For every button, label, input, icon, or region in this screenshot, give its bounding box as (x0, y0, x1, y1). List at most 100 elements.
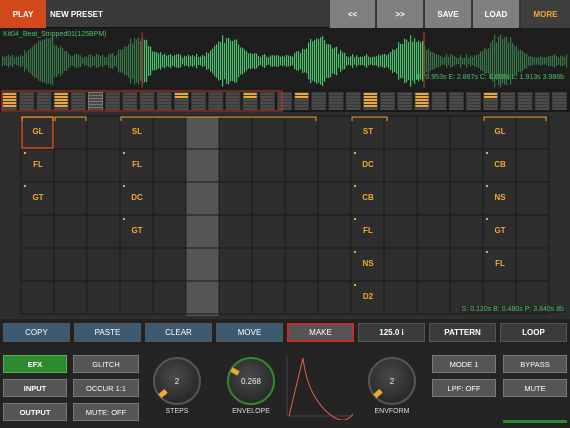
step-overview-level (312, 93, 326, 95)
grid-cell-label[interactable]: GL (485, 127, 515, 136)
waveform-bar (148, 45, 150, 77)
bypass-button[interactable]: BYPASS (503, 355, 567, 373)
next-preset-button[interactable]: >> (376, 0, 423, 28)
step-overview-level (71, 105, 85, 107)
grid-cell-label[interactable]: D2 (353, 292, 383, 301)
grid-cell-label[interactable]: CB (485, 160, 515, 169)
step-overview-level (535, 99, 549, 101)
cell-marker (486, 218, 488, 220)
waveform-bar (84, 56, 86, 66)
grid-cell-label[interactable]: DC (122, 193, 152, 202)
waveform-bar (60, 45, 62, 77)
waveform-bar (2, 55, 4, 67)
grid-cell-label[interactable]: GT (122, 226, 152, 235)
mode-button[interactable]: MODE 1 (432, 355, 496, 373)
clear-button[interactable]: CLEAR (145, 323, 212, 342)
grid-cell-label[interactable]: GT (485, 226, 515, 235)
grid-cell-label[interactable]: GL (23, 127, 53, 136)
output-tab[interactable]: OUTPUT (3, 403, 67, 421)
grid-cell-label[interactable]: NS (353, 259, 383, 268)
waveform-view[interactable]: Kit04_Beat_Stripped01(125BPM) B: 0.953s … (0, 28, 570, 90)
previous-preset-button[interactable]: << (329, 0, 375, 28)
step-overview-level (3, 99, 17, 101)
waveform-bar (82, 57, 84, 65)
load-button[interactable]: LOAD (472, 0, 519, 28)
play-button[interactable]: PLAY (0, 0, 46, 28)
lpf-toggle[interactable]: LPF: OFF (432, 379, 496, 397)
waveform-bar (204, 56, 206, 66)
effect-mute-toggle[interactable]: MUTE: OFF (73, 403, 139, 421)
copy-button[interactable]: COPY (3, 323, 70, 342)
step-overview-level (157, 99, 171, 101)
step-overview-level (363, 93, 377, 95)
step-overview-level (174, 96, 188, 98)
waveform-bar (242, 47, 244, 75)
step-overview-strip[interactable] (0, 90, 570, 112)
step-overview-level (535, 96, 549, 98)
waveform-bar (518, 50, 520, 72)
waveform-bar (274, 55, 276, 67)
waveform-bar (128, 44, 130, 78)
waveform-bar (526, 53, 528, 69)
grid-cell-label[interactable]: DC (353, 160, 383, 169)
step-overview-level (381, 108, 395, 110)
step-overview-level (243, 105, 257, 107)
step-overview-level (466, 108, 481, 110)
mute-button[interactable]: MUTE (503, 379, 567, 397)
step-overview-level (415, 96, 429, 98)
sequencer-grid[interactable]: GL FL GT SL FL DC GT ST DC CB FL NS D2 GL CB NS GT FL (0, 112, 570, 319)
waveform-bar (170, 54, 172, 68)
waveform-bar (472, 57, 474, 65)
waveform-bar (564, 57, 566, 65)
grid-cell-label[interactable]: FL (353, 226, 383, 235)
occur-button[interactable]: OCCUR 1:1 (73, 379, 139, 397)
tempo-button[interactable]: 125.0 i (358, 323, 425, 342)
grid-cell-label[interactable]: CB (353, 193, 383, 202)
efx-tab[interactable]: EFX (3, 355, 67, 373)
step-overview-level (277, 96, 292, 98)
preset-name[interactable]: NEW PRESET (50, 0, 103, 28)
step-overview-level (312, 105, 326, 107)
grid-cell-label[interactable]: SL (122, 127, 152, 136)
grid-cell-label[interactable]: FL (485, 259, 515, 268)
steps-label: STEPS (165, 408, 189, 415)
step-overview-level (552, 105, 566, 107)
make-button[interactable]: MAKE (287, 323, 354, 342)
waveform-bar (484, 47, 486, 75)
waveform-bar (174, 55, 176, 67)
move-button[interactable]: MOVE (216, 323, 283, 342)
grid-cell-label[interactable]: NS (485, 193, 515, 202)
more-button[interactable]: MORE (520, 0, 570, 28)
glitch-button[interactable]: GLITCH (73, 355, 139, 373)
step-overview-level (432, 102, 446, 104)
input-tab[interactable]: INPUT (3, 379, 67, 397)
waveform-bar (478, 54, 480, 68)
grid-cell-label[interactable]: GT (23, 193, 53, 202)
waveform-bar (538, 57, 540, 65)
step-overview-level (140, 99, 154, 101)
step-overview-level (398, 93, 412, 95)
pattern-button[interactable]: PATTERN (429, 323, 496, 342)
step-overview-level (54, 105, 68, 107)
waveform-bar (554, 54, 556, 68)
grid-cell-label[interactable]: FL (122, 160, 152, 169)
waveform-bar (118, 49, 120, 73)
step-overview-level (243, 102, 257, 104)
group-bracket (351, 116, 388, 121)
loop-button[interactable]: LOOP (500, 323, 567, 342)
waveform-bar (514, 45, 516, 77)
waveform-bar (516, 46, 518, 76)
envelope-label: ENVELOPE (232, 408, 270, 415)
save-button[interactable]: SAVE (424, 0, 471, 28)
envform-value: 2 (389, 377, 395, 386)
waveform-bar (182, 57, 184, 65)
step-overview-level (363, 108, 377, 110)
grid-cell-label[interactable]: FL (23, 160, 53, 169)
waveform-bar (378, 54, 380, 68)
envelope-curve (288, 357, 354, 420)
paste-button[interactable]: PASTE (74, 323, 141, 342)
step-overview-level (209, 105, 223, 107)
step-overview-level (174, 102, 188, 104)
grid-cell-label[interactable]: ST (353, 127, 383, 136)
waveform-bar (168, 55, 170, 67)
